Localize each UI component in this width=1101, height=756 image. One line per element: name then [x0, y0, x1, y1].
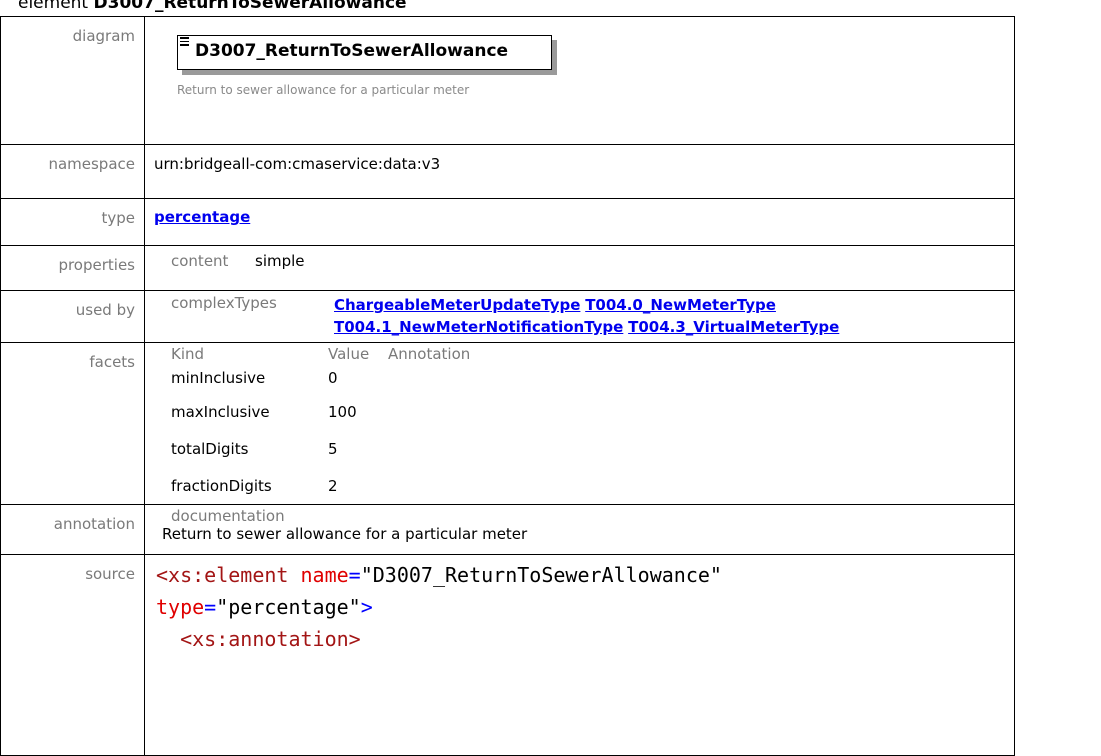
row-namespace: namespace urn:bridgeall-com:cmaservice:d…: [0, 144, 1015, 199]
label-namespace: namespace: [0, 144, 145, 199]
used-by-links: ChargeableMeterUpdateType T004.0_NewMete…: [334, 294, 954, 338]
diagram-element-title: D3007_ReturnToSewerAllowance: [195, 41, 509, 61]
namespace-value: urn:bridgeall-com:cmaservice:data:v3: [144, 144, 1015, 199]
type-cell: percentage: [144, 198, 1015, 246]
source-cell: <xs:element name="D3007_ReturnToSewerAll…: [144, 554, 1015, 756]
diagram-documentation: Return to sewer allowance for a particul…: [177, 83, 470, 97]
heading-element-name: D3007_ReturnToSewerAllowance: [93, 0, 407, 13]
row-properties: properties content simple: [0, 245, 1015, 291]
facet-value: 5: [328, 439, 338, 458]
label-facets: facets: [0, 342, 145, 505]
source-punct: =: [204, 595, 217, 619]
label-type: type: [0, 198, 145, 246]
label-diagram: diagram: [0, 16, 145, 145]
link-chargeable-meter-update-type[interactable]: ChargeableMeterUpdateType: [334, 296, 580, 314]
used-by-cell: complexTypes ChargeableMeterUpdateType T…: [144, 290, 1015, 343]
link-t004-3-virtual-meter-type[interactable]: T004.3_VirtualMeterType: [628, 318, 839, 336]
facet-row: fractionDigits 2: [171, 467, 1014, 504]
facets-header-kind: Kind: [171, 345, 205, 363]
source-string: "percentage": [216, 595, 361, 619]
properties-key: content: [171, 252, 229, 270]
source-attr: name: [300, 563, 349, 587]
label-properties: properties: [0, 245, 145, 291]
label-source: source: [0, 554, 145, 756]
source-attr: type: [156, 595, 205, 619]
facet-kind: fractionDigits: [171, 476, 272, 495]
annotation-value: Return to sewer allowance for a particul…: [162, 525, 528, 543]
facet-row: totalDigits 5: [171, 430, 1014, 467]
source-string: "D3007_ReturnToSewerAllowance": [360, 563, 722, 587]
facets-header: Kind Value Annotation: [171, 345, 1014, 363]
label-annotation: annotation: [0, 504, 145, 555]
heading-prefix: element: [18, 0, 89, 13]
row-source: source <xs:element name="D3007_ReturnToS…: [0, 554, 1015, 756]
diagram-element-box[interactable]: D3007_ReturnToSewerAllowance: [177, 35, 552, 70]
facet-value: 0: [328, 369, 338, 387]
facet-row: maxInclusive 100: [171, 393, 1014, 430]
facet-row: minInclusive 0: [171, 363, 1014, 393]
page-title: element D3007_ReturnToSewerAllowance: [18, 0, 407, 13]
facet-value: 100: [328, 402, 357, 421]
annotation-key: documentation: [171, 507, 285, 525]
facet-value: 2: [328, 476, 338, 495]
row-facets: facets Kind Value Annotation minInclusiv…: [0, 342, 1015, 505]
properties-value: simple: [255, 252, 305, 270]
element-diagram: D3007_ReturnToSewerAllowance Return to s…: [145, 17, 1014, 137]
facet-kind: minInclusive: [171, 369, 266, 387]
properties-cell: content simple: [144, 245, 1015, 291]
facets-header-annotation: Annotation: [388, 345, 471, 363]
facet-kind: totalDigits: [171, 439, 249, 458]
used-by-key: complexTypes: [171, 294, 277, 312]
link-t004-1-new-meter-notification-type[interactable]: T004.1_NewMeterNotificationType: [334, 318, 623, 336]
annotation-cell: documentation Return to sewer allowance …: [144, 504, 1015, 555]
row-diagram: diagram D3007_ReturnToSewerAllowance Ret…: [0, 16, 1015, 145]
link-t004-0-new-meter-type[interactable]: T004.0_NewMeterType: [585, 296, 776, 314]
source-tag: <xs:annotation>: [156, 627, 361, 651]
documentation-icon: [180, 37, 189, 48]
label-used-by: used by: [0, 290, 145, 343]
source-code: <xs:element name="D3007_ReturnToSewerAll…: [145, 555, 1014, 655]
row-type: type percentage: [0, 198, 1015, 246]
source-punct: >: [360, 595, 373, 619]
element-doc-table: diagram D3007_ReturnToSewerAllowance Ret…: [0, 16, 1015, 756]
facets-cell: Kind Value Annotation minInclusive 0 max…: [144, 342, 1015, 505]
source-tag: <xs:element: [156, 563, 289, 587]
facets-header-value: Value: [328, 345, 370, 363]
row-annotation: annotation documentation Return to sewer…: [0, 504, 1015, 555]
type-link[interactable]: percentage: [154, 208, 250, 226]
diagram-cell: D3007_ReturnToSewerAllowance Return to s…: [144, 16, 1015, 145]
facet-kind: maxInclusive: [171, 402, 270, 421]
row-used-by: used by complexTypes ChargeableMeterUpda…: [0, 290, 1015, 343]
source-punct: =: [348, 563, 361, 587]
